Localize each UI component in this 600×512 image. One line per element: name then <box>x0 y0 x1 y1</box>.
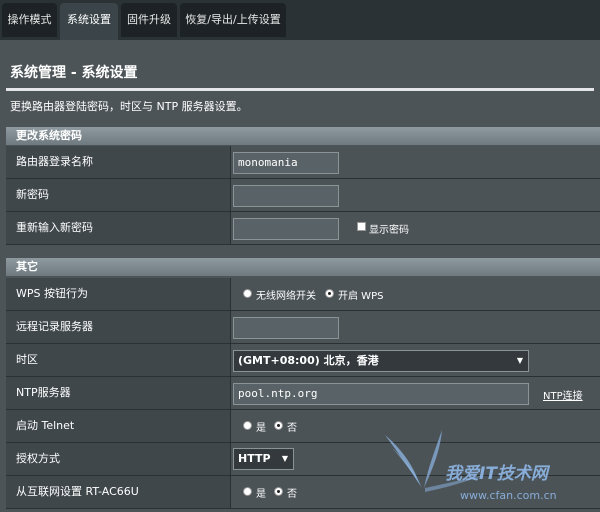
show-password-checkbox[interactable] <box>357 222 366 231</box>
remote-log-input[interactable] <box>233 317 339 339</box>
title-divider <box>6 88 594 91</box>
login-name-label: 路由器登录名称 <box>6 146 230 178</box>
show-password-label: 显示密码 <box>369 225 409 236</box>
wps-radio-enable[interactable] <box>325 289 334 298</box>
new-password-label: 新密码 <box>6 179 230 211</box>
new-password-input[interactable] <box>233 185 339 207</box>
wps-option-enable: 开启 WPS <box>338 291 384 302</box>
wan-access-radio-yes[interactable] <box>243 487 252 496</box>
auth-value: HTTP <box>238 452 271 465</box>
dropdown-arrow-icon: ▼ <box>281 454 288 463</box>
telnet-radio-yes[interactable] <box>243 421 252 430</box>
section-header-password: 更改系统密码 <box>6 127 600 145</box>
page-description: 更换路由器登陆密码，时区与 NTP 服务器设置。 <box>10 100 248 113</box>
ntp-server-input[interactable]: pool.ntp.org <box>233 383 529 405</box>
page-title: 系统管理 - 系统设置 <box>10 65 138 81</box>
ntp-link[interactable]: NTP连接 <box>543 387 583 402</box>
timezone-value: (GMT+08:00) 北京，香港 <box>238 354 379 367</box>
ntp-label: NTP服务器 <box>6 377 230 409</box>
wps-option-wireless: 无线网络开关 <box>256 291 316 302</box>
timezone-select[interactable]: (GMT+08:00) 北京，香港 ▼ <box>233 350 529 372</box>
tab-restore-export-upload[interactable]: 恢复/导出/上传设置 <box>180 3 286 37</box>
auth-label: 授权方式 <box>6 443 230 475</box>
dropdown-arrow-icon: ▼ <box>516 356 523 365</box>
retype-password-label: 重新输入新密码 <box>6 212 230 244</box>
wps-label: WPS 按钮行为 <box>6 278 230 310</box>
telnet-label: 启动 Telnet <box>6 410 230 442</box>
tab-bar: 操作模式 系统设置 固件升级 恢复/导出/上传设置 <box>0 0 600 40</box>
timezone-label: 时区 <box>6 344 230 376</box>
tab-system-settings[interactable]: 系统设置 <box>60 3 118 40</box>
row-telnet: 启动 Telnet <box>6 410 600 443</box>
wan-access-option-yes: 是 <box>256 489 266 500</box>
watermark-text: 我爱IT技术网 <box>445 464 548 484</box>
wan-access-radio-no[interactable] <box>274 487 283 496</box>
section-header-misc: 其它 <box>6 258 600 276</box>
tab-operation-mode[interactable]: 操作模式 <box>2 3 57 37</box>
wan-access-option-no: 否 <box>287 489 297 500</box>
remote-log-label: 远程记录服务器 <box>6 311 230 343</box>
auth-select[interactable]: HTTP ▼ <box>233 448 294 470</box>
telnet-radio-no[interactable] <box>274 421 283 430</box>
login-name-input[interactable]: monomania <box>233 152 339 174</box>
telnet-option-yes: 是 <box>256 423 266 434</box>
tab-firmware-upgrade[interactable]: 固件升级 <box>121 3 177 37</box>
telnet-option-no: 否 <box>287 423 297 434</box>
retype-password-input[interactable] <box>233 218 339 240</box>
wan-access-label: 从互联网设置 RT-AC66U <box>6 476 230 508</box>
wps-radio-wireless[interactable] <box>243 289 252 298</box>
watermark-url: www.cfan.com.cn <box>460 489 557 502</box>
